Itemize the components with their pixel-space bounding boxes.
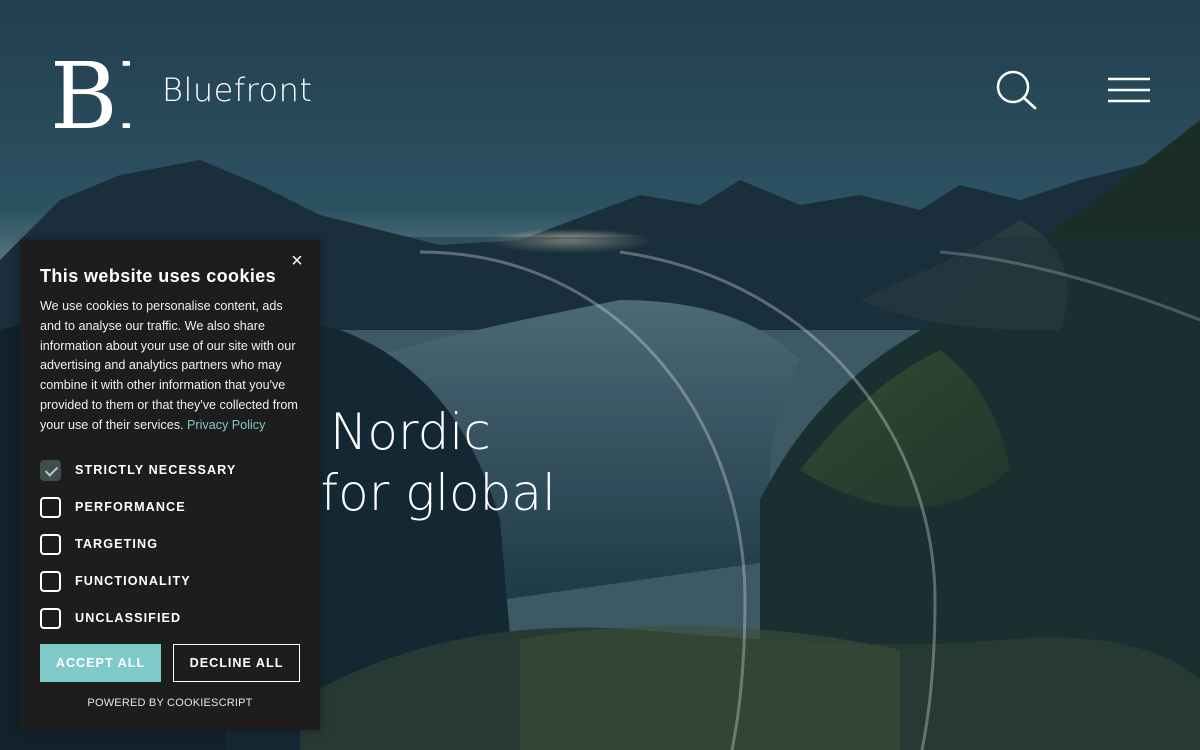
option-label: PERFORMANCE [75, 500, 186, 515]
cookie-category-options: STRICTLY NECESSARY PERFORMANCE TARGETING… [40, 458, 300, 631]
site-header: BF Bluefront [0, 0, 1200, 180]
option-label: UNCLASSIFIED [75, 611, 182, 626]
decline-all-button[interactable]: DECLINE ALL [173, 643, 300, 682]
close-icon[interactable]: × [288, 251, 306, 271]
cookie-actions: ACCEPT ALL DECLINE ALL [40, 643, 300, 682]
bluefront-logo[interactable]: BF [50, 46, 130, 132]
accept-all-button[interactable]: ACCEPT ALL [40, 643, 162, 682]
checkbox-performance[interactable] [40, 496, 61, 518]
checkbox-targeting[interactable] [40, 533, 61, 555]
checkbox-strictly-necessary[interactable] [40, 459, 61, 481]
hero-heading: Nordic rs for global [258, 402, 556, 524]
cookie-banner-description: We use cookies to personalise content, a… [40, 297, 300, 436]
logo-monogram: BF [50, 46, 130, 132]
option-label: TARGETING [75, 537, 159, 552]
option-unclassified[interactable]: UNCLASSIFIED [40, 606, 300, 631]
option-functionality[interactable]: FUNCTIONALITY [40, 569, 300, 594]
brand-name[interactable]: Bluefront [162, 70, 312, 110]
option-label: FUNCTIONALITY [75, 574, 191, 589]
cookie-consent-banner: × This website uses cookies We use cooki… [20, 240, 320, 730]
option-strictly-necessary[interactable]: STRICTLY NECESSARY [40, 458, 300, 483]
option-targeting[interactable]: TARGETING [40, 532, 300, 557]
search-icon [996, 70, 1037, 110]
menu-button[interactable] [1106, 76, 1152, 104]
cookie-banner-body: We use cookies to personalise content, a… [40, 299, 298, 432]
hamburger-menu-icon [1108, 77, 1150, 103]
option-performance[interactable]: PERFORMANCE [40, 495, 300, 520]
option-label: STRICTLY NECESSARY [75, 463, 237, 478]
powered-by-cookiescript[interactable]: POWERED BY COOKIESCRIPT [40, 697, 300, 709]
cookie-banner-title: This website uses cookies [40, 266, 277, 286]
checkbox-unclassified[interactable] [40, 607, 61, 629]
privacy-policy-link[interactable]: Privacy Policy [187, 418, 265, 432]
checkbox-functionality[interactable] [40, 570, 61, 592]
search-button[interactable] [995, 70, 1039, 110]
hero-line-1: Nordic [330, 403, 491, 461]
